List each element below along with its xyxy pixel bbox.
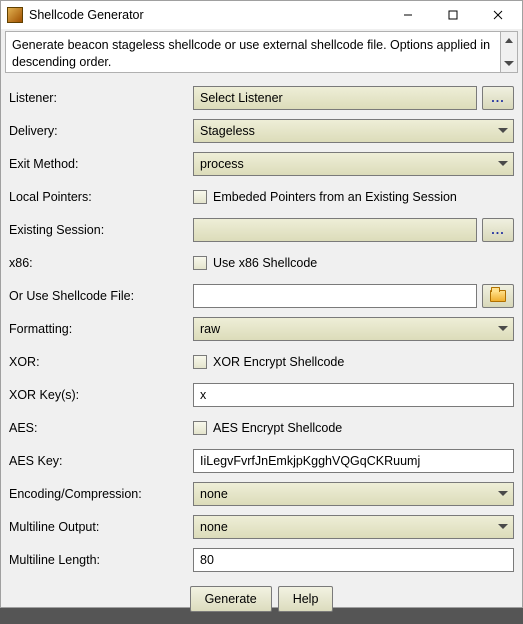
encoding-select[interactable]: none	[193, 482, 514, 506]
listener-browse-button[interactable]: ...	[482, 86, 514, 110]
existing-session-browse-button[interactable]: ...	[482, 218, 514, 242]
local-pointers-label: Local Pointers:	[9, 190, 193, 204]
multiline-length-field[interactable]	[200, 553, 507, 567]
title-bar[interactable]: Shellcode Generator	[1, 1, 522, 29]
listener-value: Select Listener	[200, 91, 283, 105]
listener-display: Select Listener	[193, 86, 477, 110]
close-button[interactable]	[475, 1, 520, 29]
app-window: Shellcode Generator Generate beacon stag…	[0, 0, 523, 608]
form-area: Listener: Select Listener ... Delivery: …	[1, 75, 522, 576]
x86-label: x86:	[9, 256, 193, 270]
chevron-down-icon	[493, 483, 513, 505]
checkbox-icon	[193, 190, 207, 204]
shellcode-file-browse-button[interactable]	[482, 284, 514, 308]
local-pointers-checkbox-label: Embeded Pointers from an Existing Sessio…	[213, 190, 457, 204]
exit-method-label: Exit Method:	[9, 157, 193, 171]
ellipsis-icon: ...	[491, 95, 504, 101]
x86-checkbox-label: Use x86 Shellcode	[213, 256, 317, 270]
maximize-button[interactable]	[430, 1, 475, 29]
x86-checkbox[interactable]: Use x86 Shellcode	[193, 256, 317, 270]
minimize-button[interactable]	[385, 1, 430, 29]
scroll-down-icon[interactable]	[503, 57, 516, 70]
action-bar: Generate Help	[1, 576, 522, 624]
xor-checkbox-label: XOR Encrypt Shellcode	[213, 355, 344, 369]
xor-label: XOR:	[9, 355, 193, 369]
checkbox-icon	[193, 256, 207, 270]
app-icon	[7, 7, 23, 23]
aes-checkbox-label: AES Encrypt Shellcode	[213, 421, 342, 435]
exit-method-value: process	[200, 157, 244, 171]
xor-checkbox[interactable]: XOR Encrypt Shellcode	[193, 355, 344, 369]
delivery-value: Stageless	[200, 124, 255, 138]
delivery-label: Delivery:	[9, 124, 193, 138]
multiline-output-label: Multiline Output:	[9, 520, 193, 534]
description-scrollbar[interactable]	[501, 31, 518, 73]
shellcode-file-field[interactable]	[200, 289, 470, 303]
formatting-select[interactable]: raw	[193, 317, 514, 341]
window-title: Shellcode Generator	[29, 8, 385, 22]
multiline-output-value: none	[200, 520, 228, 534]
chevron-down-icon	[493, 153, 513, 175]
description-area: Generate beacon stageless shellcode or u…	[1, 29, 522, 75]
description-text: Generate beacon stageless shellcode or u…	[5, 31, 501, 73]
encoding-label: Encoding/Compression:	[9, 487, 193, 501]
help-button-label: Help	[293, 592, 319, 606]
aes-checkbox[interactable]: AES Encrypt Shellcode	[193, 421, 342, 435]
aes-key-input[interactable]	[193, 449, 514, 473]
folder-icon	[490, 290, 506, 302]
multiline-length-label: Multiline Length:	[9, 553, 193, 567]
existing-session-label: Existing Session:	[9, 223, 193, 237]
aes-label: AES:	[9, 421, 193, 435]
formatting-value: raw	[200, 322, 220, 336]
shellcode-file-label: Or Use Shellcode File:	[9, 289, 193, 303]
aes-key-label: AES Key:	[9, 454, 193, 468]
checkbox-icon	[193, 355, 207, 369]
multiline-length-input[interactable]	[193, 548, 514, 572]
encoding-value: none	[200, 487, 228, 501]
xor-keys-field[interactable]	[200, 388, 507, 402]
aes-key-field[interactable]	[200, 454, 507, 468]
shellcode-file-input[interactable]	[193, 284, 477, 308]
chevron-down-icon	[493, 516, 513, 538]
listener-label: Listener:	[9, 91, 193, 105]
generate-button[interactable]: Generate	[190, 586, 272, 612]
ellipsis-icon: ...	[491, 227, 504, 233]
scroll-up-icon[interactable]	[503, 34, 516, 47]
existing-session-display	[193, 218, 477, 242]
formatting-label: Formatting:	[9, 322, 193, 336]
xor-keys-label: XOR Key(s):	[9, 388, 193, 402]
generate-button-label: Generate	[205, 592, 257, 606]
delivery-select[interactable]: Stageless	[193, 119, 514, 143]
multiline-output-select[interactable]: none	[193, 515, 514, 539]
chevron-down-icon	[493, 318, 513, 340]
xor-keys-input[interactable]	[193, 383, 514, 407]
checkbox-icon	[193, 421, 207, 435]
local-pointers-checkbox[interactable]: Embeded Pointers from an Existing Sessio…	[193, 190, 457, 204]
exit-method-select[interactable]: process	[193, 152, 514, 176]
help-button[interactable]: Help	[278, 586, 334, 612]
chevron-down-icon	[493, 120, 513, 142]
